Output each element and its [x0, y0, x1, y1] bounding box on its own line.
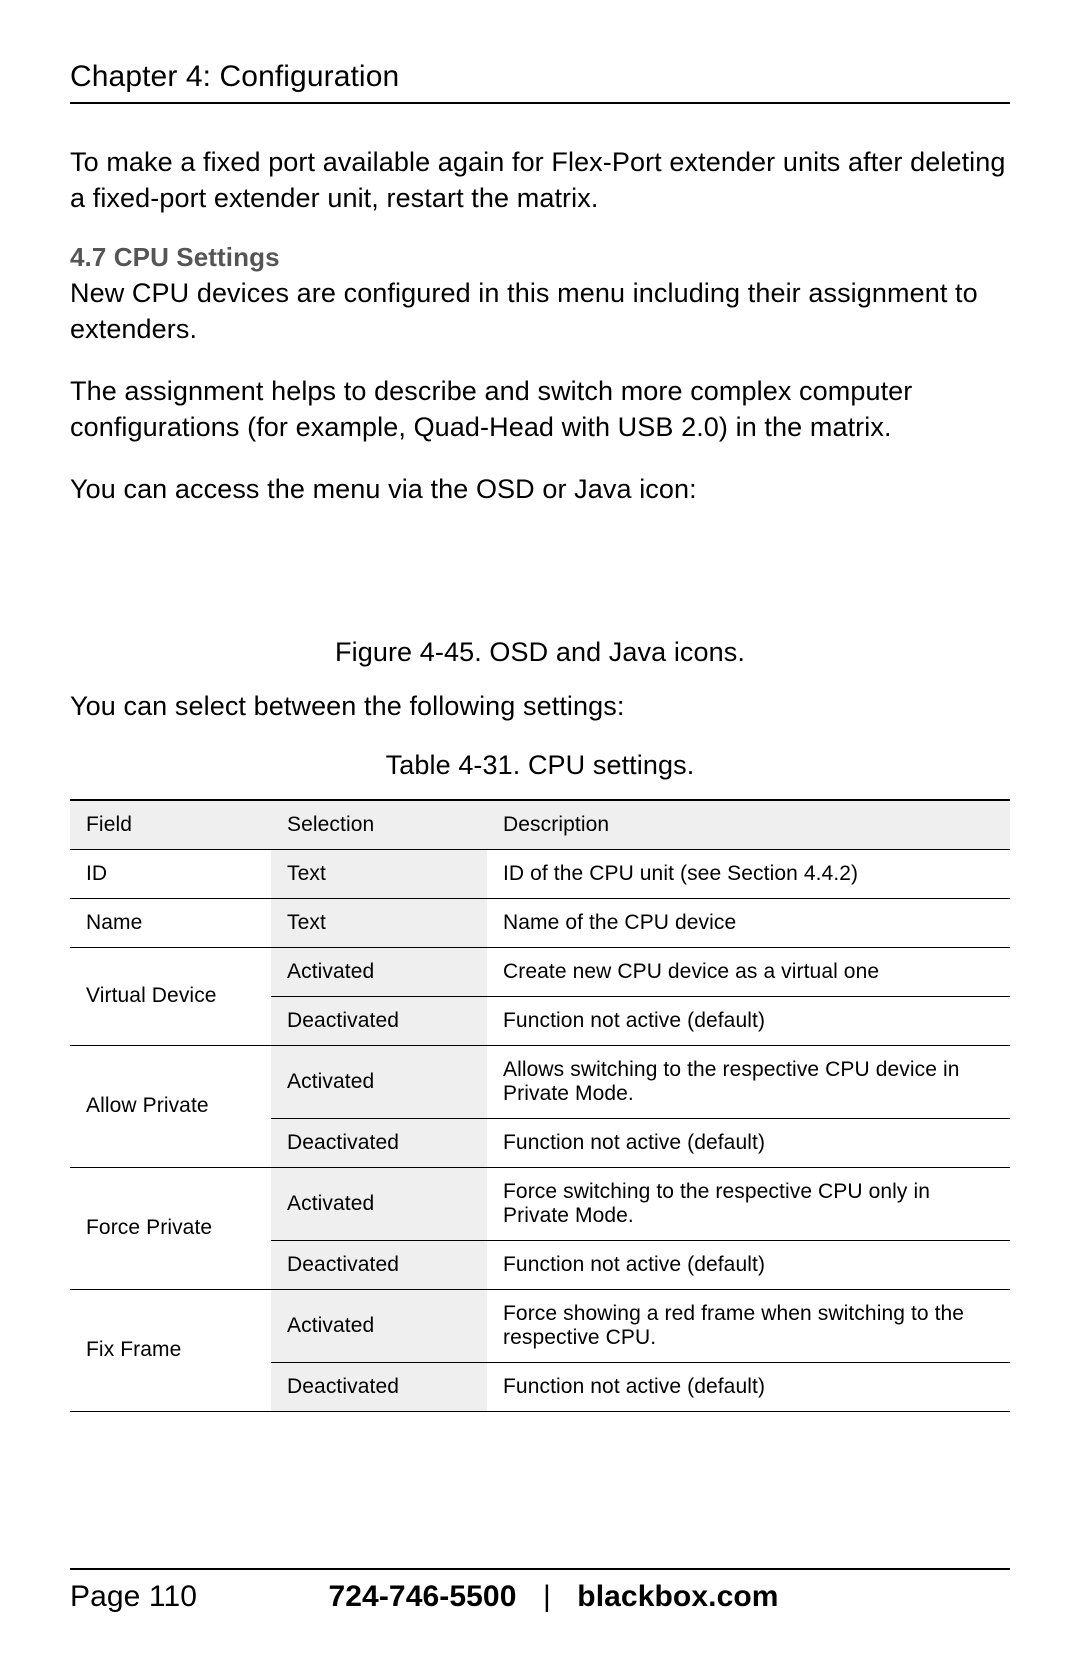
paragraph: The assignment helps to describe and swi…: [70, 373, 1010, 446]
cpu-settings-table: Field Selection Description ID Text ID o…: [70, 799, 1010, 1412]
intro-paragraph: To make a fixed port available again for…: [70, 144, 1010, 217]
table-row: Allow Private Activated Allows switching…: [70, 1045, 1010, 1118]
table-row: ID Text ID of the CPU unit (see Section …: [70, 849, 1010, 898]
document-page: Chapter 4: Configuration To make a fixed…: [0, 0, 1080, 1669]
cell-description: Create new CPU device as a virtual one: [487, 947, 1010, 996]
col-field: Field: [70, 800, 271, 850]
cell-selection: Activated: [271, 1289, 487, 1362]
section-heading-cpu-settings: 4.7 CPU Settings: [70, 242, 1010, 273]
cell-field: Force Private: [70, 1167, 271, 1289]
footer-phone: 724-746-5500: [328, 1580, 516, 1613]
cell-field: Virtual Device: [70, 947, 271, 1045]
col-description: Description: [487, 800, 1010, 850]
cell-selection: Deactivated: [271, 996, 487, 1045]
cell-field: Name: [70, 898, 271, 947]
cell-description: Function not active (default): [487, 1118, 1010, 1167]
cell-description: Name of the CPU device: [487, 898, 1010, 947]
cell-description: Function not active (default): [487, 1240, 1010, 1289]
cell-field: Fix Frame: [70, 1289, 271, 1411]
cell-field: ID: [70, 849, 271, 898]
cell-selection: Text: [271, 898, 487, 947]
page-footer: Page 110 724-746-5500 | blackbox.com: [70, 1568, 1010, 1614]
table-caption: Table 4-31. CPU settings.: [70, 750, 1010, 781]
cell-field: Allow Private: [70, 1045, 271, 1167]
page-number: Page 110: [70, 1580, 197, 1614]
cell-description: ID of the CPU unit (see Section 4.4.2): [487, 849, 1010, 898]
cell-description: Allows switching to the respective CPU d…: [487, 1045, 1010, 1118]
footer-site: blackbox.com: [577, 1580, 778, 1613]
cell-description: Function not active (default): [487, 996, 1010, 1045]
paragraph: You can access the menu via the OSD or J…: [70, 471, 1010, 507]
chapter-title: Chapter 4: Configuration: [70, 60, 1010, 104]
cell-description: Function not active (default): [487, 1362, 1010, 1411]
cell-selection: Activated: [271, 1045, 487, 1118]
paragraph: New CPU devices are configured in this m…: [70, 275, 1010, 348]
table-row: Name Text Name of the CPU device: [70, 898, 1010, 947]
figure-caption: Figure 4-45. OSD and Java icons.: [70, 637, 1010, 668]
table-row: Virtual Device Activated Create new CPU …: [70, 947, 1010, 996]
table-header-row: Field Selection Description: [70, 800, 1010, 850]
table-row: Force Private Activated Force switching …: [70, 1167, 1010, 1240]
footer-contact: 724-746-5500 | blackbox.com: [197, 1580, 1010, 1614]
table-row: Fix Frame Activated Force showing a red …: [70, 1289, 1010, 1362]
cell-description: Force switching to the respective CPU on…: [487, 1167, 1010, 1240]
cell-selection: Activated: [271, 1167, 487, 1240]
cell-description: Force showing a red frame when switching…: [487, 1289, 1010, 1362]
col-selection: Selection: [271, 800, 487, 850]
footer-separator: |: [525, 1580, 569, 1613]
cell-selection: Deactivated: [271, 1362, 487, 1411]
paragraph: You can select between the following set…: [70, 688, 1010, 724]
cell-selection: Deactivated: [271, 1118, 487, 1167]
cell-selection: Deactivated: [271, 1240, 487, 1289]
cell-selection: Text: [271, 849, 487, 898]
cell-selection: Activated: [271, 947, 487, 996]
